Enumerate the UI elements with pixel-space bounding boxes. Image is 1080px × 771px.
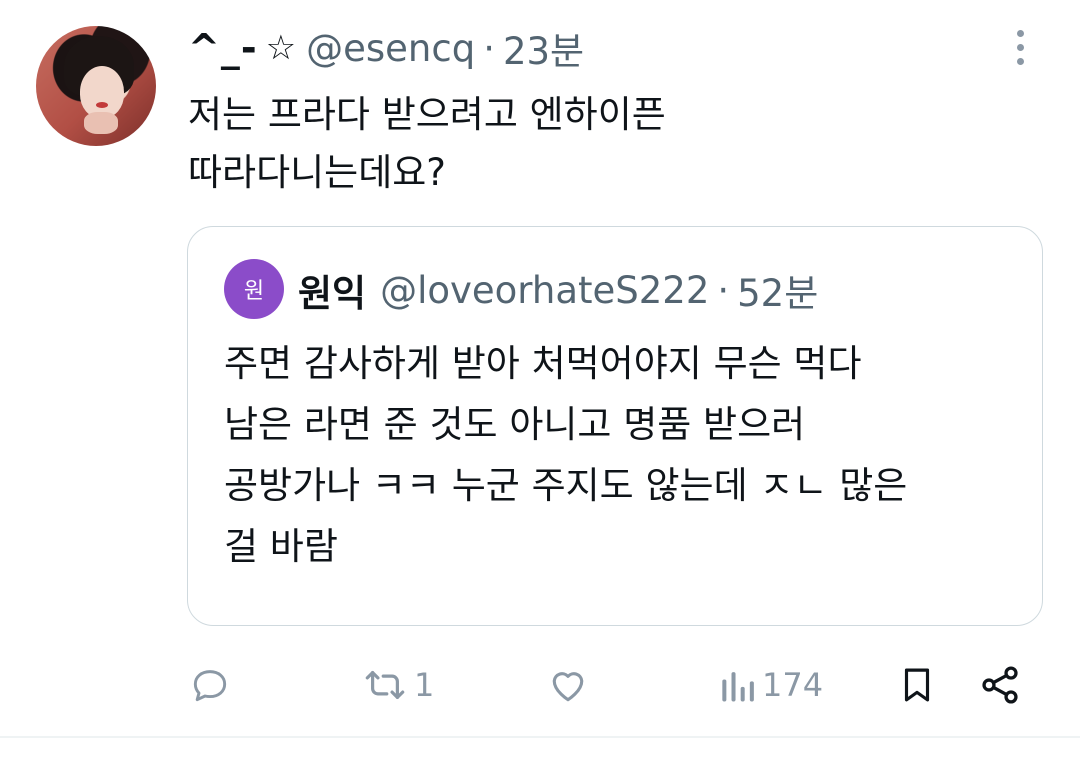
tweet-text-line: 저는 프라다 받으려고 엔하이픈 [188,93,666,136]
views-icon [722,672,754,702]
quote-text-line: 공방가나 ㅋㅋ 누군 주지도 않는데 ㅈㄴ 많은 [224,464,908,507]
quoted-tweet[interactable]: 원 원익 @loveorhateS222 · 52분 주면 감사하게 받아 처먹… [187,226,1043,626]
separator-dot: · [717,268,730,312]
retweet-icon [365,671,405,699]
retweet-button[interactable]: 1 [362,660,434,710]
tweet-header: ^_- ☆ @esencq · 23분 [188,20,584,76]
tweet-time[interactable]: 23분 [503,21,584,75]
quote-avatar[interactable]: 원 [224,259,284,319]
bookmark-icon [904,668,930,702]
avatar-face [80,66,124,118]
profile-avatar[interactable] [36,26,156,146]
views-button[interactable]: 174 [718,660,823,710]
views-count: 174 [762,666,824,704]
quote-text: 주면 감사하게 받아 처먹어야지 무슨 먹다 남은 라면 준 것도 아니고 명품… [224,333,1024,577]
quote-header: 원익 @loveorhateS222 · 52분 [298,263,818,317]
avatar-lips [96,102,108,108]
retweet-count: 1 [414,666,435,704]
user-handle[interactable]: @esencq [306,27,475,70]
quote-text-line: 남은 라면 준 것도 아니고 명품 받으러 [224,403,806,446]
action-bar: 1 174 [0,650,1080,720]
divider [0,736,1080,738]
tweet-text: 저는 프라다 받으려고 엔하이픈 따라다니는데요? [188,86,988,202]
star-icon: ☆ [265,28,297,68]
separator-dot: · [483,26,495,70]
quote-time: 52분 [737,272,819,315]
like-icon [552,672,584,702]
quote-text-line: 주면 감사하게 받아 처먹어야지 무슨 먹다 [224,342,862,385]
quote-display-name: 원익 [298,272,367,315]
share-button[interactable] [978,660,1022,710]
quote-text-line: 걸 바람 [224,525,338,568]
share-icon [982,666,1018,704]
bookmark-button[interactable] [896,660,938,710]
tweet-text-line: 따라다니는데요? [188,151,446,194]
display-name[interactable]: ^_- [188,26,258,70]
like-button[interactable] [546,660,590,710]
more-icon[interactable] [1008,30,1032,70]
quote-handle: @loveorhateS222 [380,268,710,312]
reply-icon [193,670,227,702]
avatar-hand [84,112,118,134]
reply-button[interactable] [188,660,232,710]
